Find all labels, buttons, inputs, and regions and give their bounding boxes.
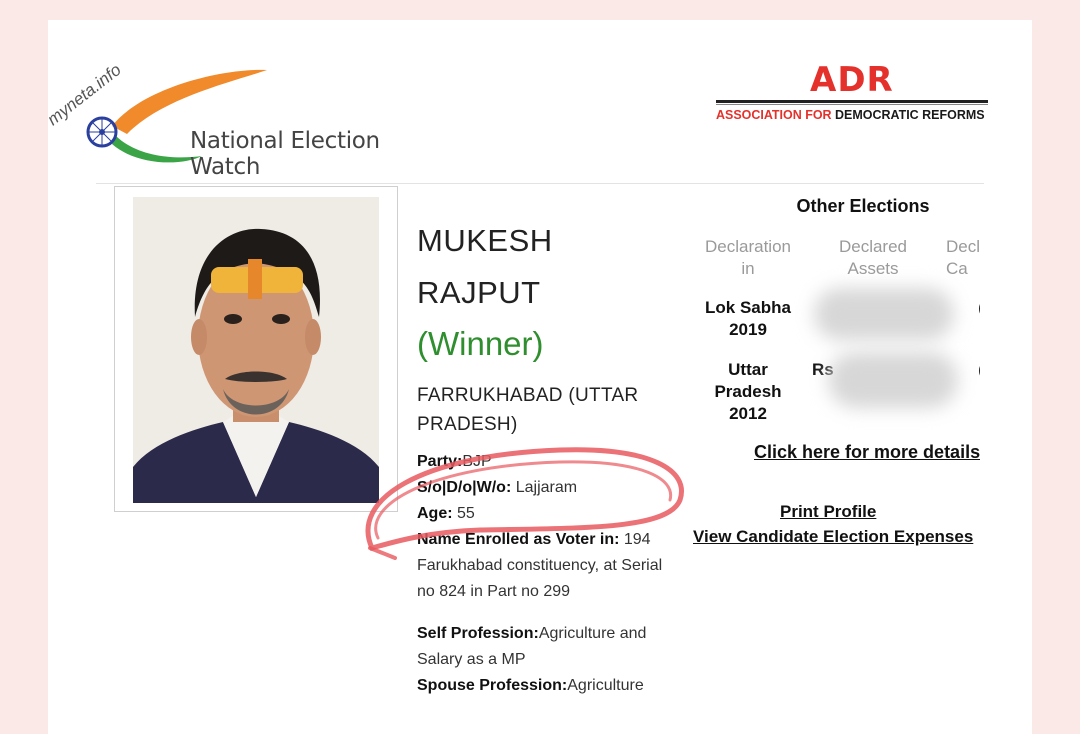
- highlight-annotation: [365, 447, 684, 560]
